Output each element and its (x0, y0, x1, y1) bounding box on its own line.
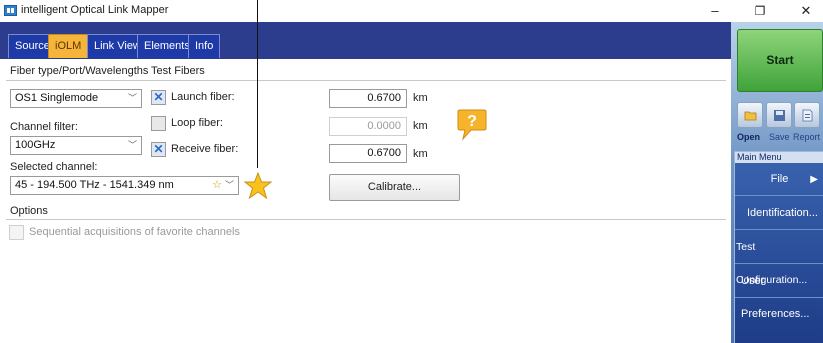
restore-button[interactable]: ❐ (745, 2, 775, 20)
help-icon[interactable]: ? (457, 108, 487, 142)
selected-channel-label: Selected channel: (10, 161, 98, 173)
launch-fiber-length-input[interactable]: 0.6700 (329, 89, 407, 108)
favorite-star-small-icon: ☆ (212, 179, 222, 191)
loop-fiber-checkbox[interactable] (151, 116, 166, 131)
save-icon[interactable] (766, 102, 792, 128)
subtab-divider (6, 80, 726, 81)
favorite-star-icon[interactable] (244, 172, 272, 199)
fiber-type-select[interactable]: OS1 Singlemode ﹀ (10, 89, 142, 108)
main-menu: Main Menu File ▶ Identification... Test … (734, 151, 823, 343)
selected-channel-value: 45 - 194.500 THz - 1541.349 nm (15, 179, 174, 191)
toolbar: Open Save Report (731, 98, 823, 146)
menu-item-identification[interactable]: Identification... (735, 197, 823, 230)
launch-fiber-label: Launch fiber: (171, 91, 235, 103)
options-heading: Options (10, 205, 48, 217)
launch-fiber-unit: km (413, 92, 428, 104)
menu-item-test-configuration[interactable]: Test Configuration... (735, 231, 823, 286)
tab-iolm[interactable]: iOLM (48, 34, 89, 58)
receive-fiber-length-input[interactable]: 0.6700 (329, 144, 407, 163)
annotation-line (257, 0, 258, 168)
subtab-fiber-type[interactable]: Fiber type/Port/Wavelengths (10, 65, 148, 77)
receive-fiber-checkbox[interactable]: ✕ (151, 142, 166, 157)
submenu-arrow-icon: ▶ (810, 174, 818, 185)
menu-item-file-label: File (770, 173, 789, 185)
svg-text:?: ? (467, 113, 477, 130)
loop-fiber-length-input[interactable]: 0.0000 (329, 117, 407, 136)
minimize-button[interactable]: – (700, 2, 730, 20)
calibrate-button[interactable]: Calibrate... (329, 174, 460, 201)
loop-fiber-unit: km (413, 120, 428, 132)
tab-strip: Source iOLM Link View Elements Info (0, 22, 731, 59)
close-button[interactable]: ✕ (791, 2, 821, 20)
main-panel: Fiber type/Port/Wavelengths Test Fibers … (0, 59, 731, 343)
chevron-down-icon: ﹀ (127, 93, 137, 103)
open-folder-icon[interactable] (737, 102, 763, 128)
loop-fiber-label: Loop fiber: (171, 117, 223, 129)
sequential-acquisitions-label: Sequential acquisitions of favorite chan… (29, 226, 240, 238)
title-bar: intelligent Optical Link Mapper – ❐ ✕ (0, 0, 823, 22)
channel-filter-select[interactable]: 100GHz ﹀ (10, 136, 142, 155)
channel-filter-value: 100GHz (15, 139, 56, 151)
chevron-down-icon: ﹀ (224, 180, 234, 190)
selected-channel-select[interactable]: 45 - 194.500 THz - 1541.349 nm ☆ ﹀ (10, 176, 239, 195)
right-sidebar: Start Open Save Report Main Menu File ▶ … (731, 22, 823, 343)
receive-fiber-label: Receive fiber: (171, 143, 239, 155)
app-icon (4, 5, 17, 16)
open-label: Open (737, 132, 761, 142)
menu-item-file[interactable]: File ▶ (735, 163, 823, 196)
fiber-type-value: OS1 Singlemode (15, 92, 99, 104)
menu-item-user-preferences[interactable]: User Preferences... (735, 265, 823, 320)
save-label: Save (769, 132, 790, 142)
options-divider (6, 219, 726, 220)
subtab-test-fibers[interactable]: Test Fibers (151, 65, 205, 77)
sequential-acquisitions-checkbox[interactable] (9, 225, 24, 240)
channel-filter-label: Channel filter: (10, 121, 78, 133)
chevron-down-icon: ﹀ (127, 140, 137, 150)
launch-fiber-checkbox[interactable]: ✕ (151, 90, 166, 105)
report-label: Report (793, 132, 821, 142)
report-icon[interactable] (794, 102, 820, 128)
start-button[interactable]: Start (737, 29, 823, 92)
window-title: intelligent Optical Link Mapper (21, 4, 169, 16)
tab-info[interactable]: Info (188, 34, 221, 58)
main-menu-header: Main Menu (735, 152, 823, 163)
receive-fiber-unit: km (413, 148, 428, 160)
